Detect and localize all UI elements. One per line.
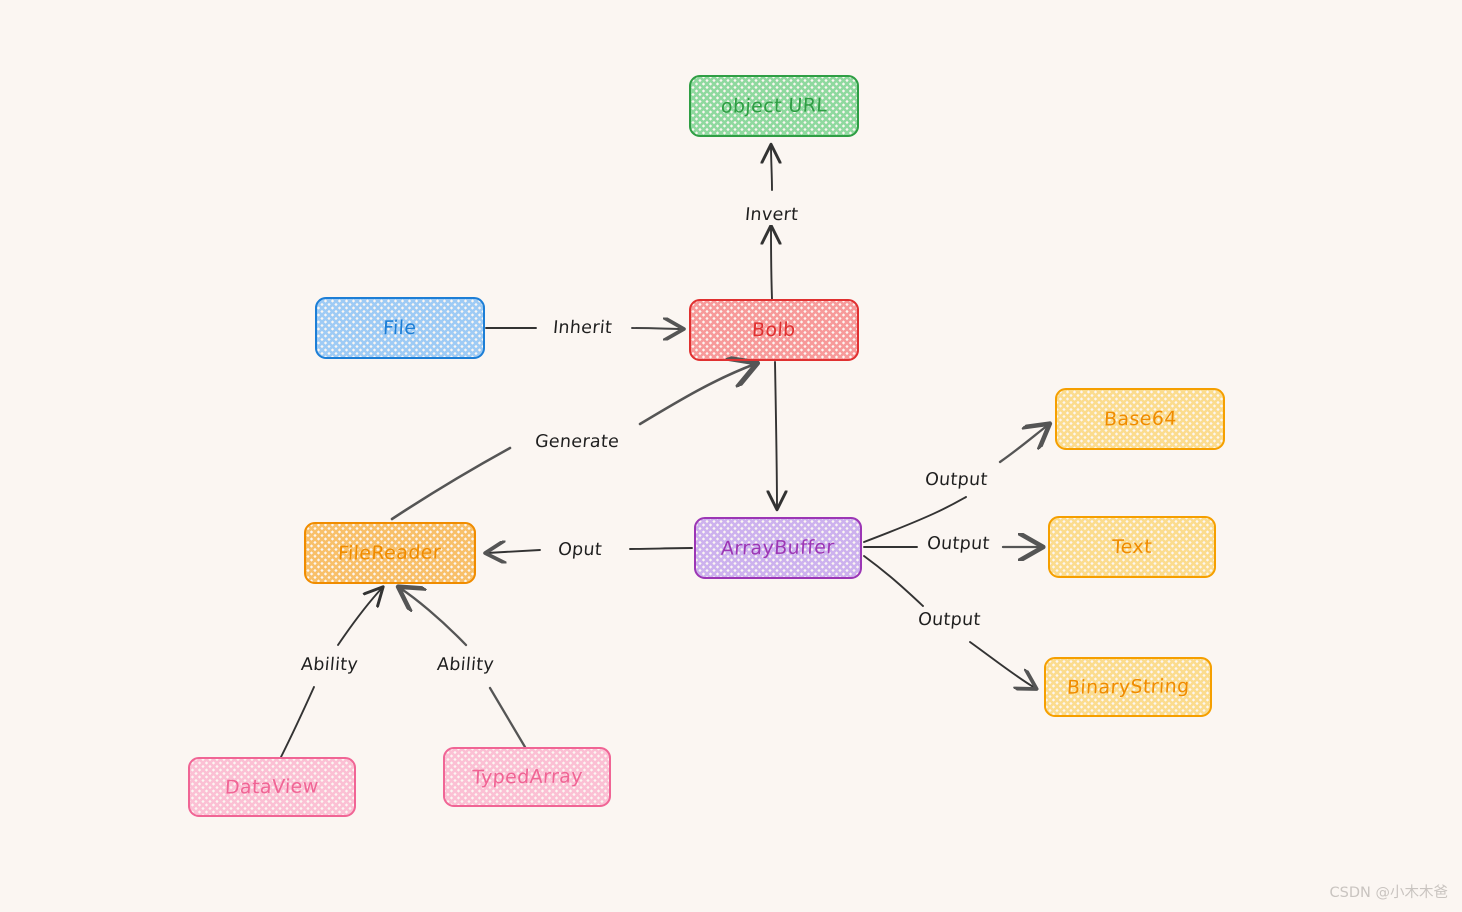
node-base64-label: Base64 xyxy=(1102,407,1178,431)
node-binarystring-label: BinaryString xyxy=(1066,675,1190,699)
edge-generate-a xyxy=(390,446,512,521)
node-arraybuffer-label: ArrayBuffer xyxy=(720,536,836,560)
node-typedarray[interactable]: TypedArray xyxy=(443,747,611,807)
edge-label-ability-typedarray: Ability xyxy=(431,655,500,675)
node-dataview[interactable]: DataView xyxy=(188,757,356,817)
csdn-watermark: CSDN @小木木爸 xyxy=(1329,885,1448,901)
edge-label-generate: Generate xyxy=(529,432,626,452)
edge-invert-lower xyxy=(771,146,772,191)
edge-label-ability-dataview: Ability xyxy=(295,655,364,675)
node-text[interactable]: Text xyxy=(1048,516,1216,578)
edge-generate-b xyxy=(638,364,755,426)
edge-label-inherit: Inherit xyxy=(547,318,619,338)
edge-output-binary-b xyxy=(969,641,1035,688)
node-filereader[interactable]: FileReader xyxy=(304,522,476,584)
node-bolb[interactable]: Bolb xyxy=(689,299,859,361)
edge-ability-dataview-b xyxy=(337,588,382,646)
diagram-canvas: object URL File Bolb FileReader ArrayBuf… xyxy=(0,0,1462,912)
node-base64[interactable]: Base64 xyxy=(1055,388,1225,450)
edge-ability-dataview-a xyxy=(280,686,315,758)
edge-inherit-b xyxy=(631,328,682,329)
node-filereader-label: FileReader xyxy=(337,541,443,565)
edge-oput-a xyxy=(629,547,693,550)
node-object-url[interactable]: object URL xyxy=(689,75,859,137)
edge-label-output-text: Output xyxy=(921,534,996,554)
edge-label-oput: Oput xyxy=(552,540,608,560)
node-bolb-label: Bolb xyxy=(751,318,797,342)
node-object-url-label: object URL xyxy=(720,94,828,118)
edge-output-binary-a xyxy=(863,555,924,607)
edge-output-base64-b xyxy=(998,425,1048,464)
node-typedarray-label: TypedArray xyxy=(470,765,584,789)
node-binarystring[interactable]: BinaryString xyxy=(1044,657,1212,717)
edge-invert xyxy=(771,227,772,300)
edge-label-invert: Invert xyxy=(739,205,805,225)
edge-blob-arraybuffer xyxy=(775,361,777,508)
node-file[interactable]: File xyxy=(315,297,485,359)
edge-label-output-binarystring: Output xyxy=(912,610,987,630)
edge-label-output-base64: Output xyxy=(919,470,994,490)
node-text-label: Text xyxy=(1111,535,1153,559)
node-dataview-label: DataView xyxy=(224,775,320,799)
edge-ability-typedarray-a xyxy=(488,686,527,749)
node-arraybuffer[interactable]: ArrayBuffer xyxy=(694,517,862,579)
node-file-label: File xyxy=(382,316,418,340)
edge-oput-b xyxy=(487,550,541,553)
edge-ability-typedarray-b xyxy=(400,588,468,647)
